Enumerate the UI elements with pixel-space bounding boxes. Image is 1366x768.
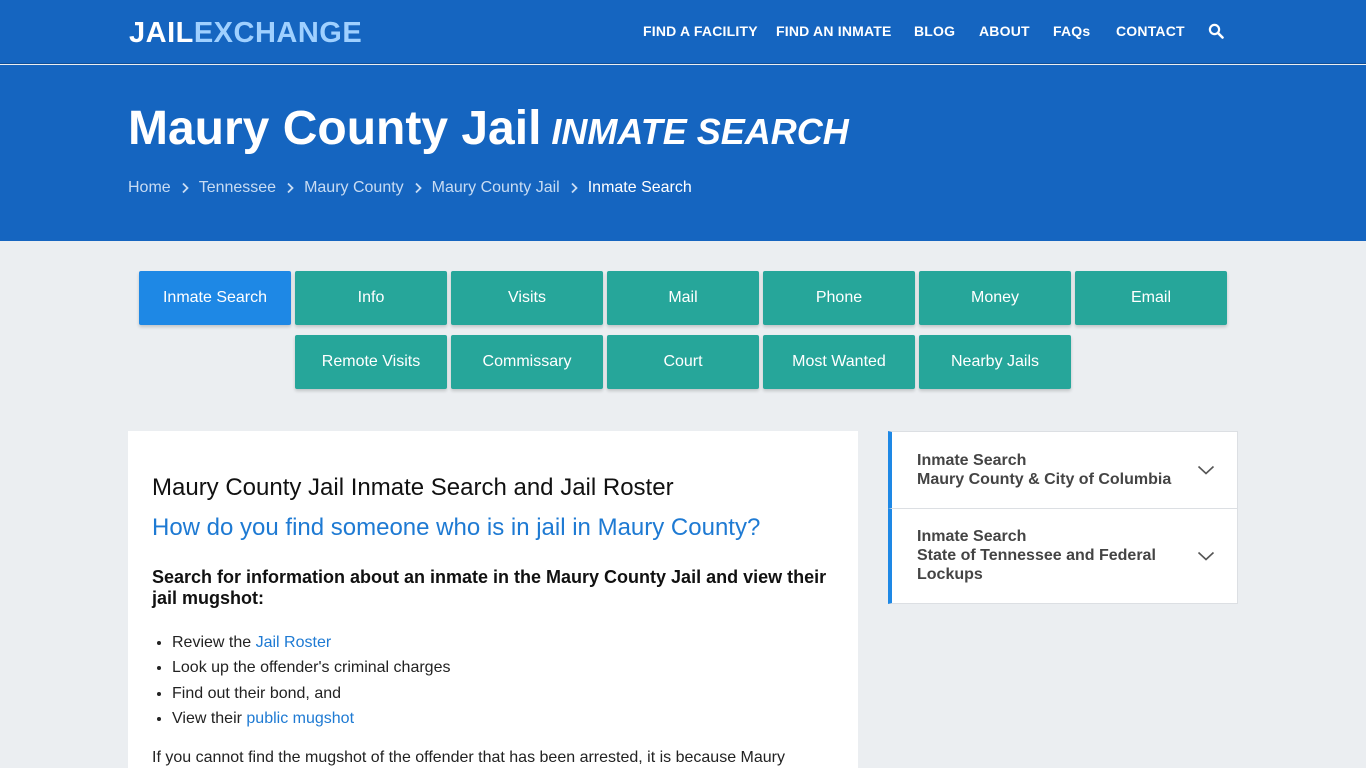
site-logo[interactable]: JAILEXCHANGE	[129, 15, 362, 51]
list-item: Review the Jail Roster	[172, 630, 450, 655]
tab-visits[interactable]: Visits	[451, 271, 603, 325]
accordion-inmate-search-county[interactable]: Inmate Search Maury County & City of Col…	[888, 431, 1238, 509]
nav-faqs[interactable]: FAQs	[1053, 23, 1090, 39]
chevron-down-icon[interactable]	[1197, 465, 1215, 475]
list-item-text: View their	[172, 710, 247, 728]
tab-mail[interactable]: Mail	[607, 271, 759, 325]
breadcrumb-maury-county[interactable]: Maury County	[304, 178, 404, 198]
content-lead: Search for information about an inmate i…	[152, 567, 827, 608]
accordion-inmate-search-state[interactable]: Inmate Search State of Tennessee and Fed…	[888, 508, 1238, 604]
logo-text-jail: JAIL	[129, 17, 194, 49]
tab-court[interactable]: Court	[607, 335, 759, 389]
public-mugshot-link[interactable]: public mugshot	[246, 710, 354, 727]
search-icon[interactable]	[1208, 23, 1224, 39]
breadcrumb: Home Tennessee Maury County Maury County…	[128, 178, 692, 198]
page-hero: Maury County Jail INMATE SEARCH Home Tenn…	[0, 65, 1366, 241]
tab-nearby-jails[interactable]: Nearby Jails	[919, 335, 1071, 389]
list-item: Find out their bond, and	[172, 681, 450, 706]
top-navbar: JAILEXCHANGE FIND A FACILITY FIND AN INM…	[0, 0, 1366, 64]
list-item: View their public mugshot	[172, 706, 450, 731]
nav-find-inmate[interactable]: FIND AN INMATE	[776, 23, 892, 39]
list-item-text: Review the	[172, 634, 256, 651]
nav-contact[interactable]: CONTACT	[1116, 23, 1185, 39]
tab-phone[interactable]: Phone	[763, 271, 915, 325]
content-paragraph: If you cannot find the mugshot of the of…	[152, 749, 785, 766]
content-question: How do you find someone who is in jail i…	[152, 514, 761, 541]
chevron-right-icon	[182, 182, 189, 194]
chevron-right-icon	[287, 182, 294, 194]
list-item: Look up the offender's criminal charges	[172, 655, 450, 680]
breadcrumb-home[interactable]: Home	[128, 178, 171, 198]
breadcrumb-current: Inmate Search	[587, 179, 692, 196]
accordion-title: Inmate Search	[917, 528, 1027, 545]
breadcrumb-tennessee[interactable]: Tennessee	[199, 178, 276, 198]
tab-most-wanted[interactable]: Most Wanted	[763, 335, 915, 389]
page-title: Maury County Jail INMATE SEARCH	[128, 101, 849, 160]
tab-commissary[interactable]: Commissary	[451, 335, 603, 389]
jail-roster-link[interactable]: Jail Roster	[256, 634, 332, 651]
tab-inmate-search[interactable]: Inmate Search	[139, 271, 291, 325]
nav-about[interactable]: ABOUT	[979, 23, 1030, 39]
tab-info[interactable]: Info	[295, 271, 447, 325]
list-item-text: Find out their bond, and	[172, 684, 342, 702]
nav-find-facility[interactable]: FIND A FACILITY	[643, 23, 758, 39]
chevron-right-icon	[415, 182, 422, 194]
chevron-down-icon[interactable]	[1197, 551, 1215, 561]
nav-blog[interactable]: BLOG	[914, 23, 955, 39]
content-list: Review the Jail Roster Look up the offen…	[172, 630, 450, 732]
list-item-text: Look up the offender's criminal charges	[172, 659, 451, 677]
accordion-title: Inmate Search	[917, 452, 1027, 469]
breadcrumb-maury-county-jail[interactable]: Maury County Jail	[432, 178, 560, 198]
tab-remote-visits[interactable]: Remote Visits	[295, 335, 447, 389]
tab-email[interactable]: Email	[1075, 271, 1227, 325]
content-heading: Maury County Jail Inmate Search and Jail…	[152, 474, 674, 501]
logo-text-exchange: EXCHANGE	[193, 17, 363, 49]
accordion-subtitle: Maury County & City of Columbia	[917, 471, 1172, 488]
page-title-main: Maury County Jail	[128, 102, 542, 155]
page-title-sub: INMATE SEARCH	[551, 111, 849, 152]
chevron-right-icon	[571, 182, 578, 194]
content-card: Maury County Jail Inmate Search and Jail…	[128, 431, 858, 768]
tab-money[interactable]: Money	[919, 271, 1071, 325]
accordion-subtitle: State of Tennessee and Federal Lockups	[917, 547, 1156, 583]
